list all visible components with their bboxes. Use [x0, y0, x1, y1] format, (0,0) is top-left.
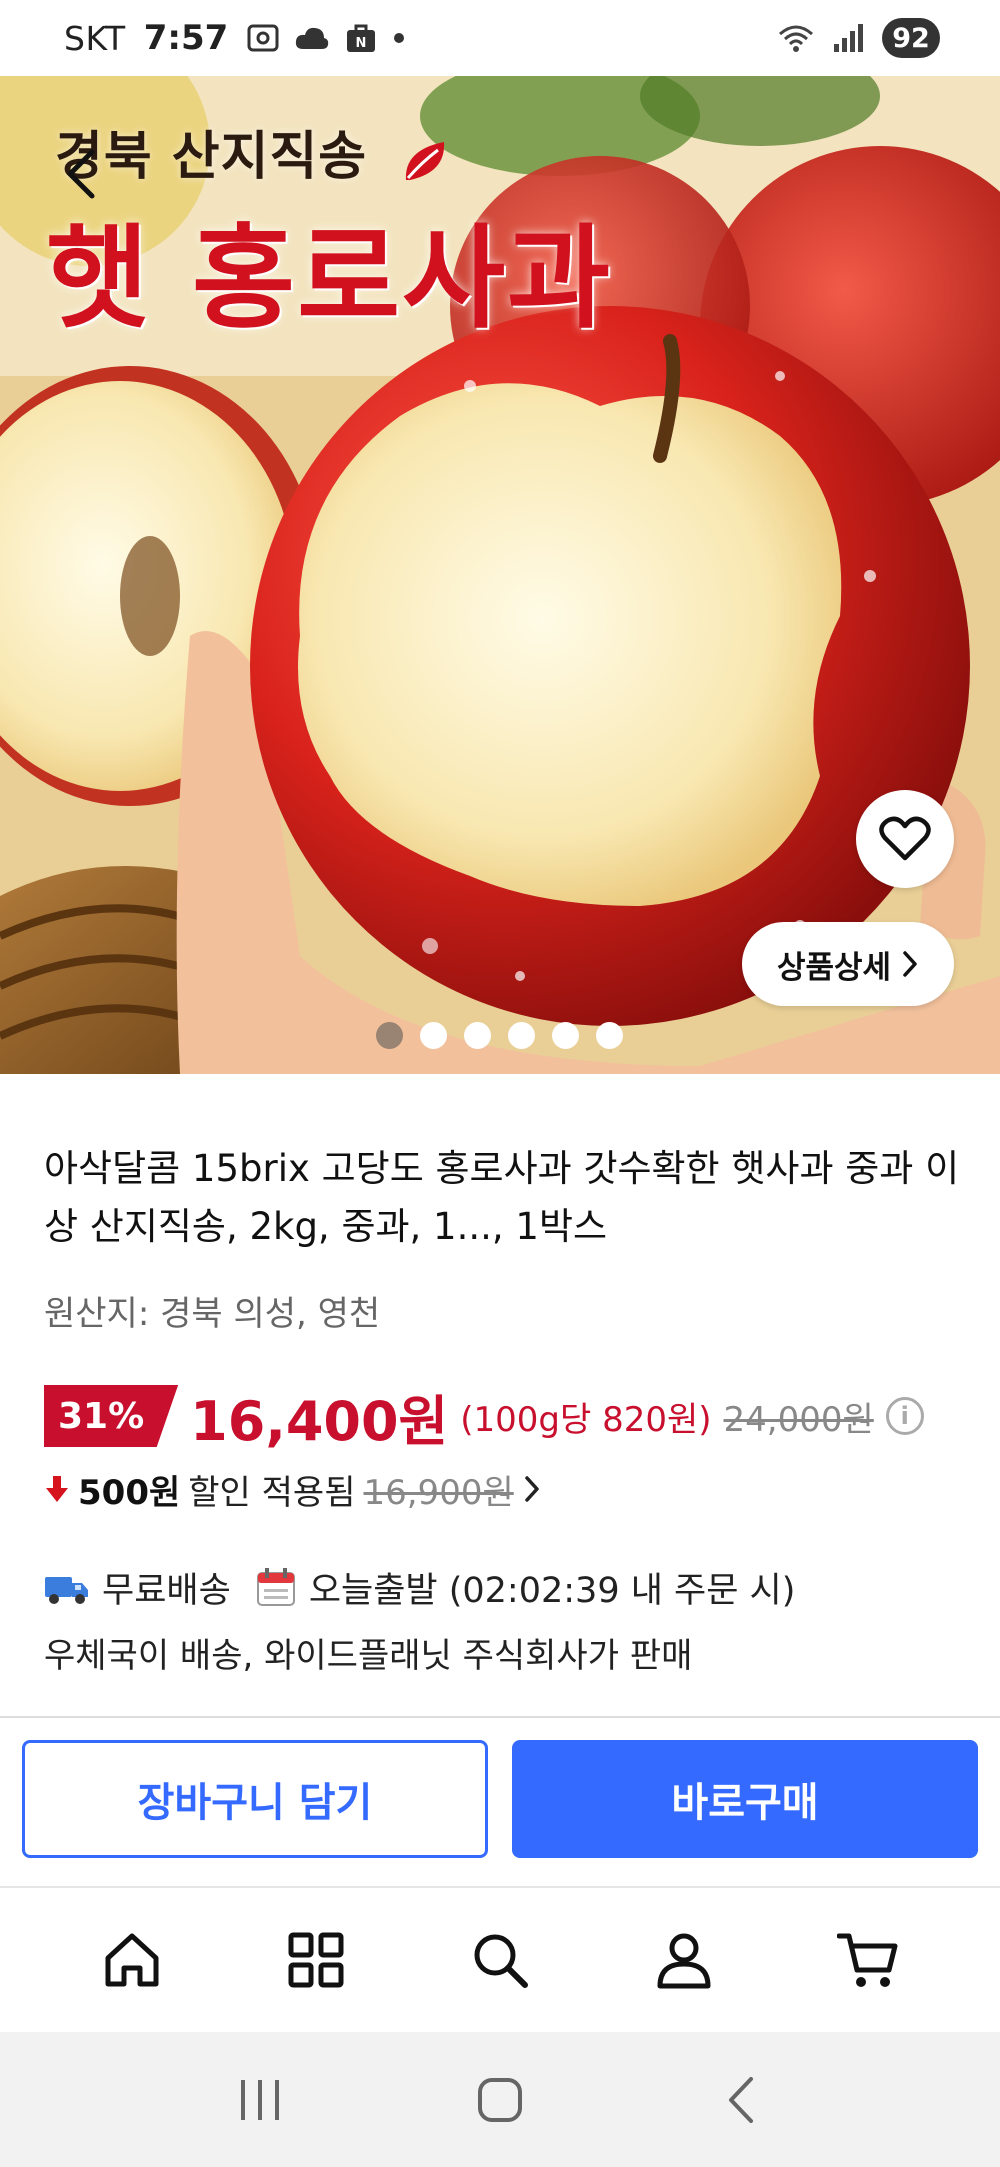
free-shipping-label: 무료배송: [102, 1571, 231, 1611]
unit-price: (100g당 820원): [460, 1399, 712, 1440]
dot-icon: [394, 33, 405, 43]
info-icon[interactable]: i: [885, 1397, 924, 1435]
battery-indicator: 92: [882, 18, 940, 58]
system-back-button[interactable]: [690, 2050, 790, 2150]
sale-price: 16,400원: [190, 1389, 449, 1453]
carousel-dot[interactable]: [420, 1022, 447, 1049]
add-to-cart-button[interactable]: 장바구니 담기: [22, 1740, 488, 1858]
carrier-label: SKT: [64, 18, 126, 58]
arrow-down-icon: [46, 1476, 68, 1502]
back-arrow-icon: [729, 2076, 753, 2123]
coupon-discount-row[interactable]: 500원 할인 적용됨 16,900원: [44, 1464, 542, 1514]
original-price: 24,000원: [723, 1399, 874, 1440]
screenshot-icon: [247, 24, 279, 52]
nav-home[interactable]: [72, 1900, 192, 2020]
nav-categories[interactable]: [256, 1900, 376, 2020]
heart-icon: [879, 816, 931, 861]
recents-icon: [241, 2079, 279, 2120]
coupon-label: 할인 적용됨: [188, 1472, 356, 1513]
svg-text:N: N: [356, 36, 367, 51]
grid-icon: [288, 1932, 344, 1988]
product-image-carousel[interactable]: 경북 산지직송 햇 홍로사과 상품상세: [0, 76, 1000, 1074]
system-navigation-bar: [0, 2032, 1000, 2167]
calendar-icon: [256, 1567, 295, 1606]
product-title: 아삭달콤 15brix 고당도 홍로사과 갓수확한 햇사과 중과 이상 산지직송…: [44, 1147, 960, 1248]
cloud-icon: [296, 27, 329, 49]
home-square-icon: [478, 2077, 522, 2122]
wishlist-button[interactable]: [856, 790, 954, 888]
carousel-dot[interactable]: [596, 1022, 623, 1049]
home-icon: [105, 1933, 159, 1987]
home-button[interactable]: [450, 2050, 550, 2150]
buy-now-button[interactable]: 바로구매: [512, 1740, 978, 1858]
carousel-dots: [376, 1022, 623, 1049]
nav-my-account[interactable]: [624, 1900, 744, 2020]
origin-text: 원산지: 경북 의성, 영천: [44, 1294, 381, 1334]
wifi-icon: [779, 25, 813, 52]
truck-icon: [45, 1576, 88, 1604]
discount-badge: 31%: [44, 1385, 179, 1447]
price-row: 31% 16,400원 (100g당 820원) 24,000원 i: [44, 1383, 924, 1453]
leaf-icon: [405, 142, 445, 180]
hero-title: 햇 홍로사과: [46, 214, 613, 344]
shipping-row: 무료배송 오늘출발 (02:02:39 내 주문 시): [44, 1562, 795, 1613]
dispatch-label: 오늘출발 (02:02:39 내 주문 시): [308, 1571, 796, 1611]
chevron-left-icon: [67, 149, 95, 199]
nav-search[interactable]: [440, 1900, 560, 2020]
status-left: SKT 7:57 N: [64, 18, 406, 58]
coupon-previous-price: 16,900원: [363, 1472, 514, 1513]
seller-info: 우체국이 배송, 와이드플래닛 주식회사가 판매: [44, 1636, 693, 1676]
back-button[interactable]: [52, 134, 108, 214]
divider: [0, 1716, 1000, 1718]
carousel-dot[interactable]: [376, 1022, 403, 1049]
search-icon: [474, 1934, 528, 1988]
recent-apps-button[interactable]: [210, 2050, 310, 2150]
status-bar: SKT 7:57 N 92: [0, 0, 1000, 76]
signal-icon: [834, 24, 863, 52]
product-info: 아삭달콤 15brix 고당도 홍로사과 갓수확한 햇사과 중과 이상 산지직송…: [44, 1140, 964, 1256]
carousel-dot[interactable]: [508, 1022, 535, 1049]
chevron-right-icon: [524, 1476, 539, 1502]
carousel-dot[interactable]: [464, 1022, 491, 1049]
bottom-navigation: [0, 1888, 1000, 2032]
status-right: 92: [776, 18, 940, 58]
nav-cart[interactable]: [808, 1900, 928, 2020]
mail-icon: N: [347, 24, 376, 52]
clock: 7:57: [143, 18, 229, 58]
coupon-amount: 500원: [78, 1472, 181, 1513]
chevron-right-icon: [903, 951, 917, 977]
product-detail-label: 상품상세: [776, 949, 892, 986]
carousel-dot[interactable]: [552, 1022, 579, 1049]
cart-icon: [837, 1933, 898, 1987]
user-icon: [657, 1933, 711, 1989]
notification-icons: N: [246, 22, 406, 54]
product-detail-button[interactable]: 상품상세: [742, 922, 954, 1006]
